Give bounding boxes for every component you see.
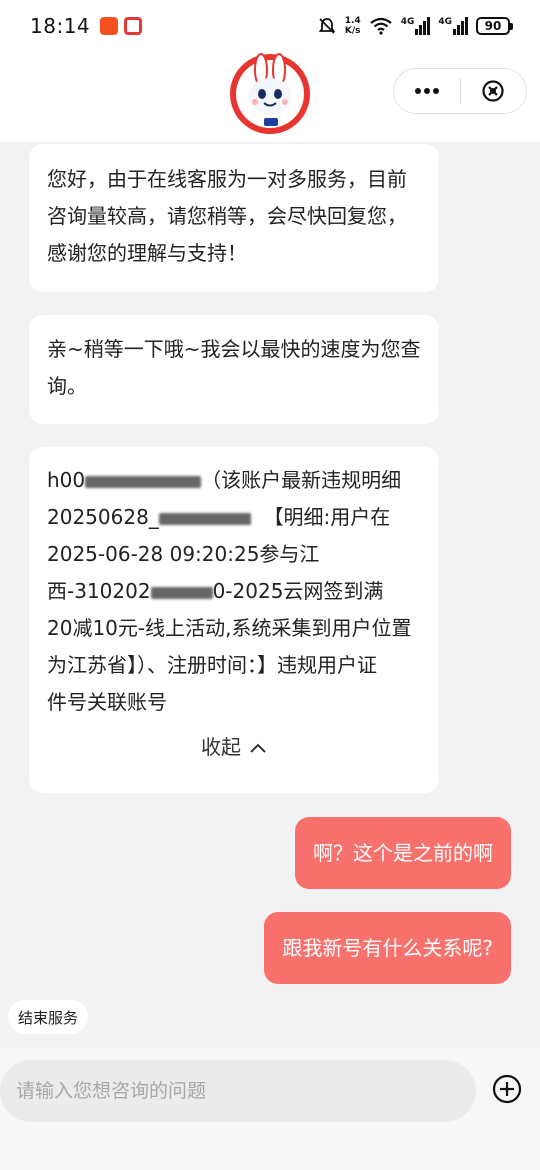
- message-text: 0-2025云网签到满: [212, 579, 384, 603]
- agent-message-3: h00 （该账户最新违规明细 20250628_ 【明细:用户在 2025-06-…: [29, 447, 439, 793]
- message-text: 20250628_: [47, 505, 159, 529]
- redacted-text: [150, 586, 213, 599]
- agent-message-2: 亲~稍等一下哦~我会以最快的速度为您查 询。: [29, 315, 439, 424]
- net-speed-value: 1.4: [344, 16, 361, 26]
- wifi-icon: [370, 17, 392, 35]
- end-service-button[interactable]: 结束服务: [8, 1000, 89, 1034]
- end-service-label: 结束服务: [18, 1008, 79, 1027]
- signal-1-label: 4G: [400, 17, 415, 27]
- message-line: 件号关联账号: [47, 690, 167, 714]
- agent-message-1: 您好，由于在线客服为一对多服务，目前 咨询量较高，请您稍等，会尽快回复您， 感谢…: [29, 144, 439, 292]
- collapse-label: 收起: [201, 735, 241, 759]
- status-right: 1.4 K/s 4G 4G 90: [317, 16, 513, 36]
- signal-2-label: 4G: [438, 17, 452, 27]
- input-bar: [0, 1048, 540, 1170]
- chevron-up-icon: [250, 743, 266, 753]
- user-message-2: 跟我新号有什么关系呢?: [264, 912, 511, 984]
- user-message-1: 啊？这个是之前的啊: [295, 817, 511, 889]
- close-circle-icon: [482, 80, 504, 102]
- cell-signal-1: 4G: [401, 17, 431, 35]
- net-speed-unit: K/s: [344, 26, 361, 36]
- redacted-text: [158, 512, 251, 525]
- message-text: 【明细:用户在: [263, 505, 391, 529]
- mascot-avatar: [230, 53, 310, 134]
- more-button[interactable]: [394, 69, 460, 113]
- message-line: 询。: [47, 374, 87, 398]
- message-input[interactable]: [0, 1060, 476, 1122]
- status-bar: 18:14 1.4 K/s 4G 4G 90: [0, 0, 540, 52]
- more-icon: [414, 88, 439, 94]
- message-line: 20250628_ 【明细:用户在: [47, 499, 421, 536]
- message-line: 亲~稍等一下哦~我会以最快的速度为您查: [47, 337, 421, 361]
- bell-muted-icon: [318, 18, 336, 34]
- app-notification-icon-2: [124, 17, 143, 35]
- mini-program-capsule: [393, 68, 527, 114]
- message-text: 西-310202: [47, 579, 151, 603]
- account-id-prefix: h00: [47, 468, 86, 492]
- clock: 18:14: [30, 14, 91, 38]
- message-line: 2025-06-28 09:20:25参与江: [47, 542, 320, 566]
- collapse-button[interactable]: 收起: [47, 729, 421, 766]
- message-line: 感谢您的理解与支持！: [47, 241, 247, 265]
- status-left: 18:14: [30, 14, 143, 38]
- message-text: 跟我新号有什么关系呢?: [282, 936, 493, 960]
- chat-header: [0, 52, 540, 142]
- message-line: 为江苏省】）、注册时间：】违规用户证: [47, 653, 377, 677]
- message-line: 咨询量较高，请您稍等，会尽快回复您，: [47, 204, 407, 228]
- cell-signal-2: 4G: [438, 17, 468, 35]
- net-speed: 1.4 K/s: [345, 16, 361, 36]
- redacted-text: [85, 475, 202, 488]
- battery-indicator: 90: [476, 17, 513, 35]
- message-text: 啊？这个是之前的啊: [313, 841, 493, 865]
- message-text: （该账户最新违规明细: [201, 468, 402, 492]
- add-circle-icon[interactable]: [492, 1074, 522, 1104]
- close-button[interactable]: [461, 69, 527, 113]
- message-line: h00 （该账户最新违规明细: [47, 462, 421, 499]
- message-line: 西-310202 0-2025云网签到满: [47, 573, 421, 610]
- battery-level: 90: [484, 19, 502, 33]
- message-line: 您好，由于在线客服为一对多服务，目前: [47, 167, 407, 191]
- message-line: 20减10元-线上活动,系统采集到用户位置: [47, 616, 412, 640]
- app-notification-icon: [100, 17, 119, 35]
